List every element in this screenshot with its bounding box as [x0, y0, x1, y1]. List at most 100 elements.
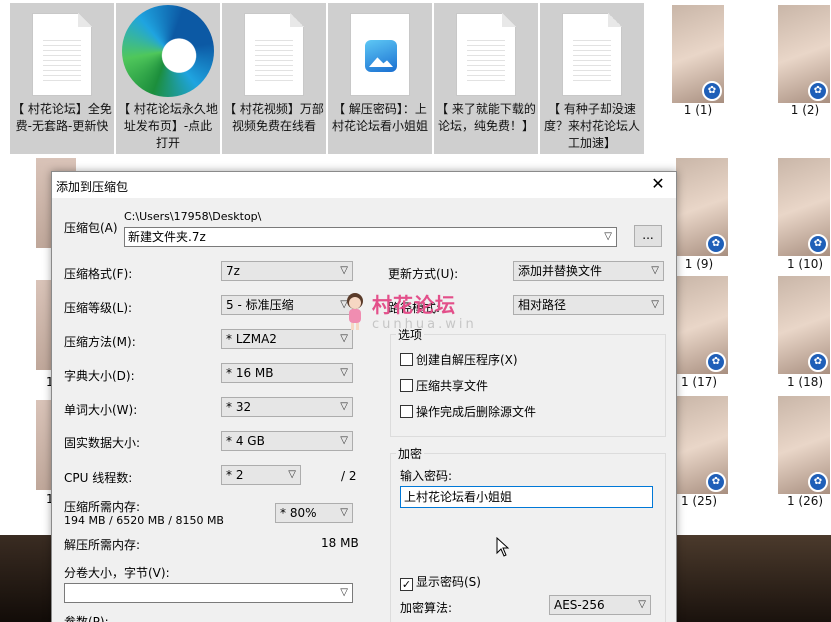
cpu-value: * 2	[226, 468, 244, 482]
chevron-down-icon: ▽	[638, 599, 646, 610]
cpu-total: / 2	[341, 469, 357, 483]
video-thumbnail[interactable]: ✿	[778, 158, 830, 256]
password-label: 输入密码:	[400, 469, 453, 483]
archive-path: C:\Users\17958\Desktop\	[124, 210, 262, 223]
video-badge-icon: ✿	[706, 352, 726, 372]
enc-method-label: 加密算法:	[400, 601, 453, 615]
text-file-icon	[244, 13, 304, 96]
cpu-select[interactable]: * 2 ▽	[221, 465, 301, 485]
chevron-down-icon: ▽	[340, 299, 348, 310]
chevron-down-icon: ▽	[340, 333, 348, 344]
video-thumbnail[interactable]: ✿	[672, 5, 724, 103]
mouse-cursor-icon	[496, 537, 510, 557]
video-thumbnail[interactable]: ✿	[778, 5, 830, 103]
wallpaper-scene	[0, 535, 52, 622]
video-thumbnail[interactable]: ✿	[778, 396, 830, 494]
params-label: 参数(P):	[64, 615, 109, 622]
video-thumbnail[interactable]: ✿	[676, 158, 728, 256]
thumbnail-label: 1 (17)	[680, 375, 718, 389]
sfx-checkbox-row[interactable]: 创建自解压程序(X)	[400, 351, 518, 368]
enc-method-select[interactable]: AES-256 ▽	[549, 595, 651, 615]
shared-checkbox[interactable]	[400, 379, 413, 392]
file-label: 【 解压密码】：上村花论坛看小姐姐	[331, 102, 428, 133]
sfx-label: 创建自解压程序(X)	[416, 353, 518, 367]
video-badge-icon: ✿	[706, 472, 726, 492]
archive-name-combobox[interactable]: 新建文件夹.7z ▽	[124, 227, 617, 247]
method-label: 压缩方法(M):	[64, 335, 136, 349]
word-select[interactable]: * 32 ▽	[221, 397, 353, 417]
mem-decomp-value: 18 MB	[321, 536, 359, 550]
video-thumbnail[interactable]: ✿	[778, 276, 830, 374]
options-title: 选项	[396, 326, 425, 343]
format-select[interactable]: 7z ▽	[221, 261, 353, 281]
format-label: 压缩格式(F):	[64, 267, 133, 281]
dict-value: * 16 MB	[226, 366, 274, 380]
chevron-down-icon: ▽	[651, 265, 659, 276]
mem-percent-select[interactable]: * 80% ▽	[275, 503, 353, 523]
update-select[interactable]: 添加并替换文件 ▽	[513, 261, 664, 281]
thumbnail-label: 1 (10)	[786, 257, 824, 271]
thumbnail-label: 1 (2)	[790, 103, 820, 117]
file-item[interactable]: 【 村花论坛永久地址发布页】-点此打开	[116, 3, 220, 154]
file-label: 【 村花论坛永久地址发布页】-点此打开	[118, 102, 218, 150]
text-file-icon	[562, 13, 622, 96]
thumbnail-label: 1 (9)	[684, 257, 714, 271]
chevron-down-icon: ▽	[340, 401, 348, 412]
delete-checkbox[interactable]	[400, 405, 413, 418]
file-item[interactable]: 【 解压密码】：上村花论坛看小姐姐	[328, 3, 432, 154]
chevron-down-icon: ▽	[288, 469, 296, 480]
dialog-title: 添加到压缩包	[56, 180, 129, 194]
image-file-icon	[350, 13, 410, 96]
video-badge-icon: ✿	[808, 81, 828, 101]
password-input[interactable]: 上村花论坛看小姐姐	[400, 486, 653, 508]
file-item[interactable]: 【 有种子却没速度？来村花论坛人工加速】	[540, 3, 644, 154]
mem-comp-label: 压缩所需内存:	[64, 500, 141, 514]
pathmode-label: 路径模式:	[388, 301, 441, 315]
wallpaper-scene	[676, 535, 831, 622]
chevron-down-icon[interactable]: ▽	[604, 228, 612, 246]
file-item[interactable]: 【 村花视频】万部视频免费在线看	[222, 3, 326, 154]
show-password-label: 显示密码(S)	[416, 575, 481, 589]
enc-method-value: AES-256	[554, 598, 605, 612]
shared-checkbox-row[interactable]: 压缩共享文件	[400, 377, 488, 394]
show-password-row[interactable]: ✓ 显示密码(S)	[400, 573, 481, 591]
level-label: 压缩等级(L):	[64, 301, 133, 315]
pathmode-select[interactable]: 相对路径 ▽	[513, 295, 664, 315]
video-badge-icon: ✿	[706, 234, 726, 254]
file-item[interactable]: 【 村花论坛】全免费-无套路-更新快	[10, 3, 114, 154]
file-label: 【 村花视频】万部视频免费在线看	[224, 102, 324, 133]
volume-combobox[interactable]: ▽	[64, 583, 353, 603]
update-value: 添加并替换文件	[518, 264, 603, 278]
thumbnail-label: 1 (18)	[786, 375, 824, 389]
method-value: * LZMA2	[226, 332, 277, 346]
show-password-checkbox[interactable]: ✓	[400, 578, 413, 591]
mem-comp-value: 194 MB / 6520 MB / 8150 MB	[64, 514, 224, 527]
sfx-checkbox[interactable]	[400, 353, 413, 366]
browse-button[interactable]: ...	[634, 225, 662, 247]
chevron-down-icon: ▽	[340, 435, 348, 446]
file-item[interactable]: 【 来了就能下载的论坛，纯免费！】	[434, 3, 538, 154]
archive-name-value: 新建文件夹.7z	[128, 230, 206, 244]
video-badge-icon: ✿	[702, 81, 722, 101]
level-select[interactable]: 5 - 标准压缩 ▽	[221, 295, 353, 315]
format-value: 7z	[226, 264, 240, 278]
method-select[interactable]: * LZMA2 ▽	[221, 329, 353, 349]
thumbnail-label: 1 (25)	[680, 494, 718, 508]
file-label: 【 有种子却没速度？来村花论坛人工加速】	[543, 102, 640, 150]
encryption-title: 加密	[396, 445, 425, 462]
word-value: * 32	[226, 400, 252, 414]
text-file-icon	[32, 13, 92, 96]
file-label: 【 村花论坛】全免费-无套路-更新快	[12, 102, 112, 133]
delete-checkbox-row[interactable]: 操作完成后删除源文件	[400, 403, 536, 420]
video-thumbnail[interactable]: ✿	[676, 396, 728, 494]
chevron-down-icon: ▽	[340, 367, 348, 378]
volume-label: 分卷大小，字节(V):	[64, 566, 170, 580]
text-file-icon	[456, 13, 516, 96]
dict-select[interactable]: * 16 MB ▽	[221, 363, 353, 383]
video-thumbnail[interactable]: ✿	[676, 276, 728, 374]
chevron-down-icon: ▽	[340, 587, 348, 598]
dialog-titlebar[interactable]: 添加到压缩包 ✕	[52, 172, 676, 198]
solid-select[interactable]: * 4 GB ▽	[221, 431, 353, 451]
mem-percent-value: * 80%	[280, 506, 317, 520]
close-icon[interactable]: ✕	[648, 174, 668, 194]
